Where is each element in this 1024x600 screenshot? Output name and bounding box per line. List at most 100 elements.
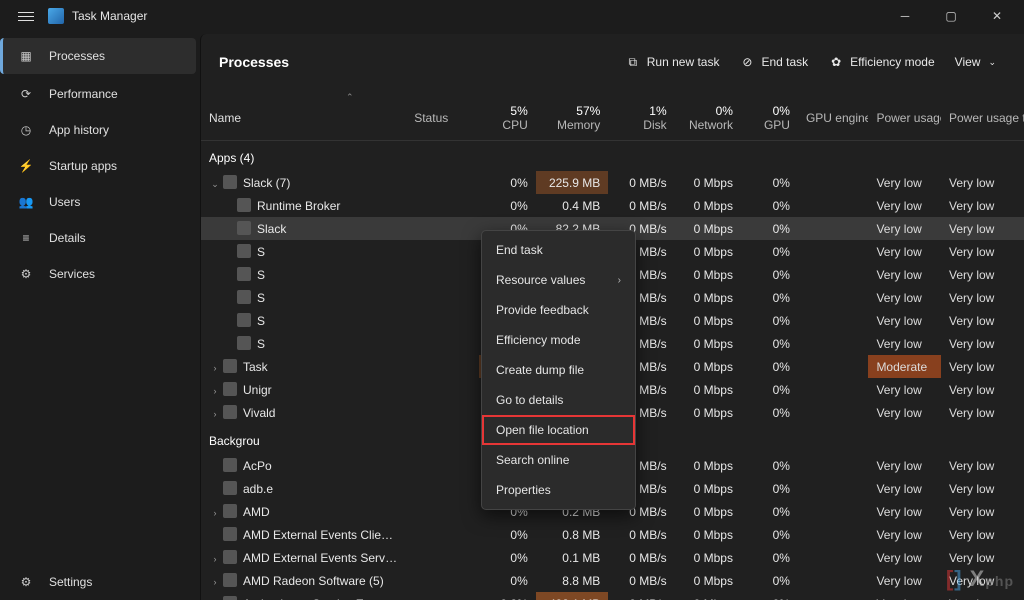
expand-icon[interactable]: › xyxy=(209,577,221,587)
table-row[interactable]: ›AMD External Events Service Mo...0%0.1 … xyxy=(201,546,1024,569)
expand-icon[interactable]: › xyxy=(209,508,221,518)
sidebar-item-label: Users xyxy=(49,195,80,209)
col-power-usage[interactable]: Power usage xyxy=(868,90,941,141)
process-icon xyxy=(237,313,251,327)
table-row[interactable]: AMD External Events Client Mod...0%0.8 M… xyxy=(201,523,1024,546)
sidebar: ▦ Processes ⟳ Performance ◷ App history … xyxy=(0,32,200,600)
context-menu-item[interactable]: Resource values› xyxy=(482,265,635,295)
sidebar-item-label: Processes xyxy=(49,49,105,63)
sidebar-item-settings[interactable]: ⚙ Settings xyxy=(0,564,200,600)
maximize-button[interactable]: ▢ xyxy=(928,0,974,32)
process-name: Task xyxy=(243,360,268,374)
window-controls: ─ ▢ ✕ xyxy=(882,0,1020,32)
process-icon xyxy=(223,481,237,495)
col-disk[interactable]: 1%Disk xyxy=(608,90,674,141)
process-icon xyxy=(223,359,237,373)
processes-icon: ▦ xyxy=(17,47,35,65)
context-menu-item[interactable]: End task xyxy=(482,235,635,265)
process-name: S xyxy=(257,314,265,328)
process-name: S xyxy=(257,268,265,282)
process-name: Vivald xyxy=(243,406,275,420)
sidebar-item-processes[interactable]: ▦ Processes xyxy=(0,38,196,74)
page-title: Processes xyxy=(219,54,289,70)
details-icon: ≡ xyxy=(17,229,35,247)
expand-icon[interactable]: › xyxy=(209,409,221,419)
table-row[interactable]: ›Antimalware Service Executable0.2%498.1… xyxy=(201,592,1024,600)
process-name: Slack (7) xyxy=(243,176,290,190)
efficiency-mode-button[interactable]: ✿ Efficiency mode xyxy=(818,48,945,76)
expand-icon[interactable]: › xyxy=(209,386,221,396)
history-icon: ◷ xyxy=(17,121,35,139)
run-task-icon: ⧉ xyxy=(625,54,641,70)
col-name[interactable]: ⌃ Name xyxy=(201,90,406,141)
col-cpu[interactable]: 5%CPU xyxy=(479,90,536,141)
process-name: S xyxy=(257,245,265,259)
expand-icon[interactable]: ⌄ xyxy=(209,179,221,190)
sidebar-item-label: App history xyxy=(49,123,109,137)
table-row[interactable]: ⌄Slack (7)0%225.9 MB0 MB/s0 Mbps0%Very l… xyxy=(201,171,1024,194)
process-name: AMD External Events Service Mo... xyxy=(243,551,406,565)
toolbar: Processes ⧉ Run new task ⊘ End task ✿ Ef… xyxy=(201,34,1024,90)
sidebar-item-startup-apps[interactable]: ⚡ Startup apps xyxy=(0,148,200,184)
process-name: AMD xyxy=(243,505,270,519)
expand-icon[interactable]: › xyxy=(209,363,221,373)
sidebar-item-label: Startup apps xyxy=(49,159,117,173)
end-task-button[interactable]: ⊘ End task xyxy=(729,48,818,76)
minimize-button[interactable]: ─ xyxy=(882,0,928,32)
process-name: AcPo xyxy=(243,459,272,473)
sidebar-item-app-history[interactable]: ◷ App history xyxy=(0,112,200,148)
context-menu-item[interactable]: Efficiency mode xyxy=(482,325,635,355)
context-menu-item[interactable]: Open file location xyxy=(482,415,635,445)
menu-icon[interactable] xyxy=(16,6,36,26)
process-icon xyxy=(223,458,237,472)
view-button[interactable]: View ⌄ xyxy=(945,49,1006,75)
process-icon xyxy=(223,527,237,541)
process-name: S xyxy=(257,291,265,305)
context-menu-item[interactable]: Properties xyxy=(482,475,635,505)
process-icon xyxy=(223,175,237,189)
sidebar-item-services[interactable]: ⚙ Services xyxy=(0,256,200,292)
col-network[interactable]: 0%Network xyxy=(675,90,741,141)
chevron-down-icon: ⌄ xyxy=(988,57,996,68)
leaf-icon: ✿ xyxy=(828,54,844,70)
process-icon xyxy=(237,198,251,212)
process-icon xyxy=(237,336,251,350)
col-power-usage-trend[interactable]: Power usage t xyxy=(941,90,1024,141)
table-row[interactable]: Runtime Broker0%0.4 MB0 MB/s0 Mbps0%Very… xyxy=(201,194,1024,217)
close-button[interactable]: ✕ xyxy=(974,0,1020,32)
sidebar-item-performance[interactable]: ⟳ Performance xyxy=(0,76,200,112)
performance-icon: ⟳ xyxy=(17,85,35,103)
col-gpu[interactable]: 0%GPU xyxy=(741,90,798,141)
sidebar-item-label: Performance xyxy=(49,87,118,101)
process-name: Unigr xyxy=(243,383,272,397)
context-menu-item[interactable]: Provide feedback xyxy=(482,295,635,325)
process-name: AMD External Events Client Mod... xyxy=(243,528,406,542)
process-icon xyxy=(223,504,237,518)
app-title: Task Manager xyxy=(72,9,147,23)
process-name: Slack xyxy=(257,222,286,236)
sidebar-item-details[interactable]: ≡ Details xyxy=(0,220,200,256)
main-panel: Processes ⧉ Run new task ⊘ End task ✿ Ef… xyxy=(200,34,1024,600)
context-menu: End taskResource values›Provide feedback… xyxy=(481,230,636,510)
context-menu-item[interactable]: Create dump file xyxy=(482,355,635,385)
context-menu-item[interactable]: Go to details xyxy=(482,385,635,415)
group-apps[interactable]: Apps (4) xyxy=(201,141,1024,172)
sidebar-item-label: Services xyxy=(49,267,95,281)
process-icon xyxy=(223,382,237,396)
col-memory[interactable]: 57%Memory xyxy=(536,90,609,141)
col-gpu-engine[interactable]: GPU engine xyxy=(798,90,868,141)
table-row[interactable]: ›AMD Radeon Software (5)0%8.8 MB0 MB/s0 … xyxy=(201,569,1024,592)
run-new-task-button[interactable]: ⧉ Run new task xyxy=(615,48,730,76)
process-icon xyxy=(223,573,237,587)
sort-indicator-icon: ⌃ xyxy=(346,92,354,103)
sidebar-item-users[interactable]: 👥 Users xyxy=(0,184,200,220)
process-icon xyxy=(223,596,237,600)
col-status[interactable]: Status xyxy=(406,90,479,141)
context-menu-item[interactable]: Search online xyxy=(482,445,635,475)
process-name: adb.e xyxy=(243,482,273,496)
process-name: AMD Radeon Software (5) xyxy=(243,574,384,588)
users-icon: 👥 xyxy=(17,193,35,211)
sidebar-item-label: Settings xyxy=(49,575,92,589)
expand-icon[interactable]: › xyxy=(209,554,221,564)
app-icon xyxy=(48,8,64,24)
